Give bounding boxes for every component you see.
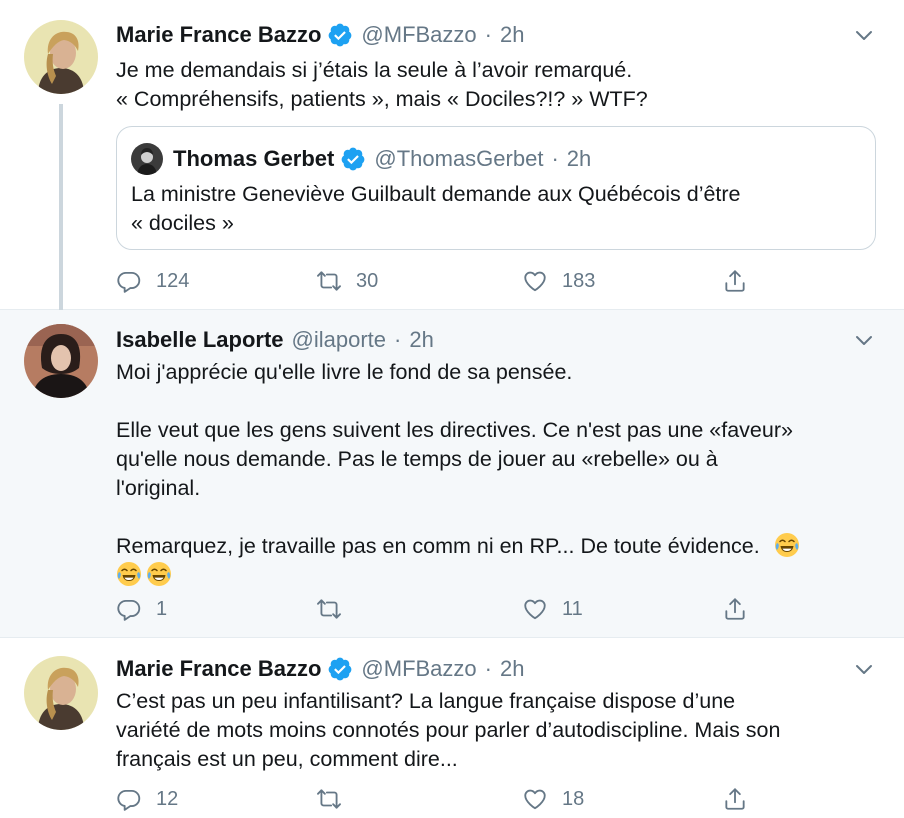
tweet-line: Je me demandais si j’étais la seule à l’… — [116, 58, 633, 82]
reply-count: 1 — [156, 597, 168, 620]
reply-icon — [116, 268, 142, 294]
share-icon — [722, 268, 748, 294]
chevron-down-icon[interactable] — [852, 23, 876, 47]
tweet-line: Moi j'apprécie qu'elle livre le fond de … — [116, 360, 573, 384]
like-icon — [522, 786, 548, 812]
tweet-time[interactable]: 2h — [500, 656, 524, 682]
tweet-header: Marie France Bazzo @MFBazzo · 2h — [116, 20, 524, 50]
tweet-line-text: Remarquez, je travaille pas en comm ni e… — [116, 534, 760, 558]
avatar[interactable] — [24, 20, 98, 94]
like-button[interactable]: 18 — [522, 784, 584, 814]
quoted-text: La ministre Geneviève Guilbault demande … — [131, 180, 861, 238]
tweet-text: Je me demandais si j’étais la seule à l’… — [116, 56, 876, 114]
retweet-icon — [316, 268, 342, 294]
reply-button[interactable]: 1 — [116, 594, 167, 624]
author-handle[interactable]: @MFBazzo — [361, 656, 476, 682]
tweet-line: Remarquez, je travaille pas en comm ni e… — [116, 532, 876, 561]
author-handle[interactable]: @ilaporte — [292, 327, 387, 353]
tweet-3[interactable]: Marie France Bazzo @MFBazzo · 2h C’est p… — [0, 638, 904, 818]
retweet-button[interactable]: 30 — [316, 266, 378, 296]
tweet-line: français est un peu, comment dire... — [116, 747, 458, 771]
tweet-2[interactable]: Isabelle Laporte @ilaporte · 2h Moi j'ap… — [0, 310, 904, 638]
tweet-line: l'original. — [116, 476, 201, 500]
action-bar: 1 11 — [116, 594, 856, 624]
separator-dot: · — [394, 327, 402, 352]
tweet-line: qu'elle nous demande. Pas le temps de jo… — [116, 447, 718, 471]
separator-dot: · — [484, 22, 492, 47]
reply-icon — [116, 786, 142, 812]
reply-icon — [116, 596, 142, 622]
like-button[interactable]: 183 — [522, 266, 595, 296]
reply-count: 12 — [156, 787, 179, 810]
like-count: 11 — [562, 597, 583, 620]
tweet-header: Marie France Bazzo @MFBazzo · 2h — [116, 654, 524, 684]
share-icon — [722, 596, 748, 622]
like-icon — [522, 268, 548, 294]
separator-dot: · — [551, 146, 559, 171]
tweet-text: C’est pas un peu infantilisant? La langu… — [116, 687, 876, 774]
quoted-time: 2h — [566, 146, 592, 171]
avatar[interactable] — [24, 324, 98, 398]
retweet-button[interactable] — [316, 594, 342, 624]
joy-emoji-icon — [146, 561, 172, 587]
retweet-button[interactable] — [316, 784, 342, 814]
quoted-author-handle: @ThomasGerbet — [374, 146, 544, 171]
action-bar: 12 18 — [116, 784, 856, 814]
reply-button[interactable]: 12 — [116, 784, 178, 814]
like-icon — [522, 596, 548, 622]
tweet-line: Elle veut que les gens suivent les direc… — [116, 418, 793, 442]
quoted-avatar — [131, 143, 163, 175]
like-count: 183 — [562, 269, 596, 292]
reply-button[interactable]: 124 — [116, 266, 189, 296]
share-button[interactable] — [722, 784, 748, 814]
quoted-line: La ministre Geneviève Guilbault demande … — [131, 182, 741, 206]
tweet-text: Moi j'apprécie qu'elle livre le fond de … — [116, 358, 876, 590]
retweet-icon — [316, 786, 342, 812]
share-button[interactable] — [722, 266, 748, 296]
like-button[interactable]: 11 — [522, 594, 583, 624]
like-count: 18 — [562, 787, 585, 810]
author-name[interactable]: Marie France Bazzo — [116, 656, 321, 682]
action-bar: 124 30 183 — [116, 266, 856, 296]
tweet-line: variété de mots moins connotés pour parl… — [116, 718, 781, 742]
quoted-header: Thomas Gerbet @ThomasGerbet · 2h — [131, 145, 591, 173]
verified-icon — [340, 146, 366, 172]
tweet-line — [116, 561, 876, 590]
chevron-down-icon[interactable] — [852, 328, 876, 352]
chevron-down-icon[interactable] — [852, 657, 876, 681]
tweet-line: « Compréhensifs, patients », mais « Doci… — [116, 87, 648, 111]
author-handle[interactable]: @MFBazzo — [361, 22, 476, 48]
author-name[interactable]: Marie France Bazzo — [116, 22, 321, 48]
quoted-tweet[interactable]: Thomas Gerbet @ThomasGerbet · 2h La mini… — [116, 126, 876, 250]
verified-icon — [327, 22, 353, 48]
verified-icon — [327, 656, 353, 682]
tweet-time[interactable]: 2h — [500, 22, 524, 48]
tweet-1[interactable]: Marie France Bazzo @MFBazzo · 2h Je me d… — [0, 0, 904, 310]
retweet-count: 30 — [356, 269, 379, 292]
avatar[interactable] — [24, 656, 98, 730]
reply-count: 124 — [156, 269, 190, 292]
tweet-header: Isabelle Laporte @ilaporte · 2h — [116, 325, 434, 355]
joy-emoji-icon — [774, 532, 800, 558]
separator-dot: · — [484, 656, 492, 681]
author-name[interactable]: Isabelle Laporte — [116, 327, 284, 353]
retweet-icon — [316, 596, 342, 622]
share-icon — [722, 786, 748, 812]
tweet-line: C’est pas un peu infantilisant? La langu… — [116, 689, 736, 713]
thread-line — [59, 104, 63, 310]
quoted-line: « dociles » — [131, 211, 234, 235]
quoted-author-name: Thomas Gerbet — [173, 146, 335, 171]
tweet-time[interactable]: 2h — [409, 327, 433, 353]
joy-emoji-icon — [116, 561, 142, 587]
share-button[interactable] — [722, 594, 748, 624]
